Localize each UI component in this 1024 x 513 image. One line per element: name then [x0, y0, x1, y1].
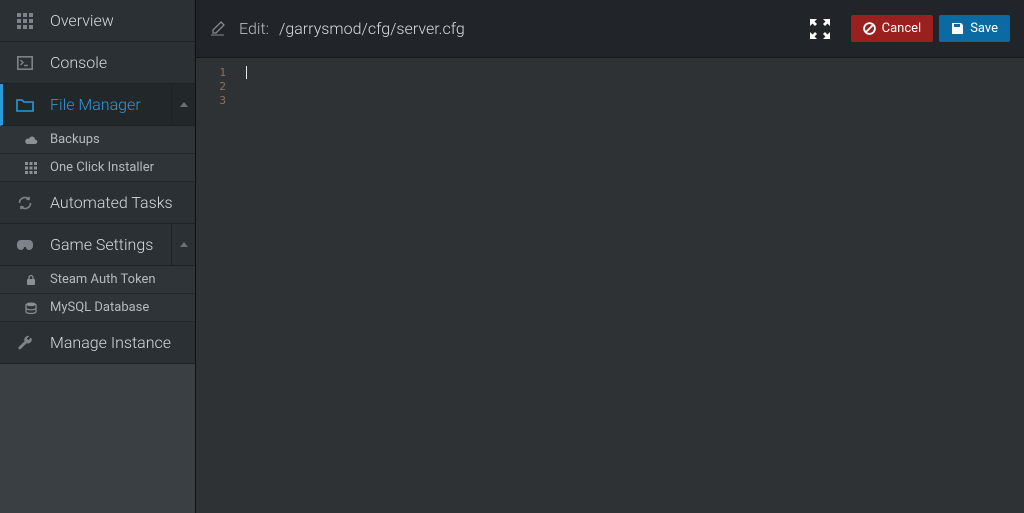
sidebar-empty-area	[0, 364, 195, 513]
save-button[interactable]: Save	[939, 15, 1010, 42]
database-icon	[22, 302, 40, 314]
sidebar-subitem-mysql-database[interactable]: MySQL Database	[0, 294, 195, 322]
sidebar-item-manage-instance[interactable]: Manage Instance	[0, 322, 195, 364]
refresh-icon	[14, 195, 36, 211]
cancel-icon	[863, 22, 876, 35]
text-cursor	[246, 66, 247, 79]
sidebar-subitem-steam-auth-token[interactable]: Steam Auth Token	[0, 266, 195, 294]
chevron-up-icon	[180, 242, 188, 247]
file-path: /garrysmod/cfg/server.cfg	[279, 19, 465, 38]
sidebar: Overview Console File Manager Backups On…	[0, 0, 196, 513]
fullscreen-icon	[809, 18, 831, 40]
chevron-up-icon	[180, 102, 188, 107]
sidebar-item-label: Game Settings	[50, 235, 153, 254]
fullscreen-button[interactable]	[809, 18, 831, 40]
sidebar-subitem-label: Backups	[50, 132, 100, 147]
main-panel: Edit: /garrysmod/cfg/server.cfg Cancel	[196, 0, 1024, 513]
line-number: 3	[196, 94, 226, 108]
sidebar-subitem-label: One Click Installer	[50, 160, 154, 175]
lock-icon	[22, 274, 40, 286]
sidebar-item-console[interactable]: Console	[0, 42, 195, 84]
sidebar-item-label: Overview	[50, 11, 114, 30]
gamepad-icon	[14, 239, 36, 251]
save-icon	[951, 22, 964, 35]
edit-icon	[210, 21, 225, 36]
sidebar-item-label: Console	[50, 53, 107, 72]
editor-toolbar: Edit: /garrysmod/cfg/server.cfg Cancel	[196, 0, 1024, 58]
button-label: Save	[970, 21, 998, 36]
sidebar-item-overview[interactable]: Overview	[0, 0, 195, 42]
sidebar-subitem-label: Steam Auth Token	[50, 272, 156, 287]
cloud-icon	[22, 135, 40, 145]
button-label: Cancel	[882, 21, 922, 36]
cancel-button[interactable]: Cancel	[851, 15, 934, 42]
collapse-handle[interactable]	[171, 84, 195, 125]
line-number: 2	[196, 80, 226, 94]
sidebar-subitem-one-click-installer[interactable]: One Click Installer	[0, 154, 195, 182]
sidebar-subitem-backups[interactable]: Backups	[0, 126, 195, 154]
code-editor[interactable]: 1 2 3	[196, 58, 1024, 513]
terminal-icon	[14, 56, 36, 70]
wrench-icon	[14, 335, 36, 351]
line-number-gutter: 1 2 3	[196, 58, 234, 513]
collapse-handle[interactable]	[171, 224, 195, 265]
sidebar-item-label: File Manager	[50, 95, 141, 114]
grid-icon	[14, 13, 36, 29]
code-area[interactable]	[234, 58, 1024, 513]
sidebar-item-game-settings[interactable]: Game Settings	[0, 224, 195, 266]
sidebar-subitem-label: MySQL Database	[50, 300, 149, 315]
folder-icon	[14, 98, 36, 112]
sidebar-item-file-manager[interactable]: File Manager	[0, 84, 195, 126]
sidebar-item-label: Manage Instance	[50, 333, 171, 352]
sidebar-item-automated-tasks[interactable]: Automated Tasks	[0, 182, 195, 224]
sidebar-item-label: Automated Tasks	[50, 193, 173, 212]
grid-small-icon	[22, 162, 40, 174]
edit-label: Edit:	[239, 19, 269, 38]
line-number: 1	[196, 66, 226, 80]
